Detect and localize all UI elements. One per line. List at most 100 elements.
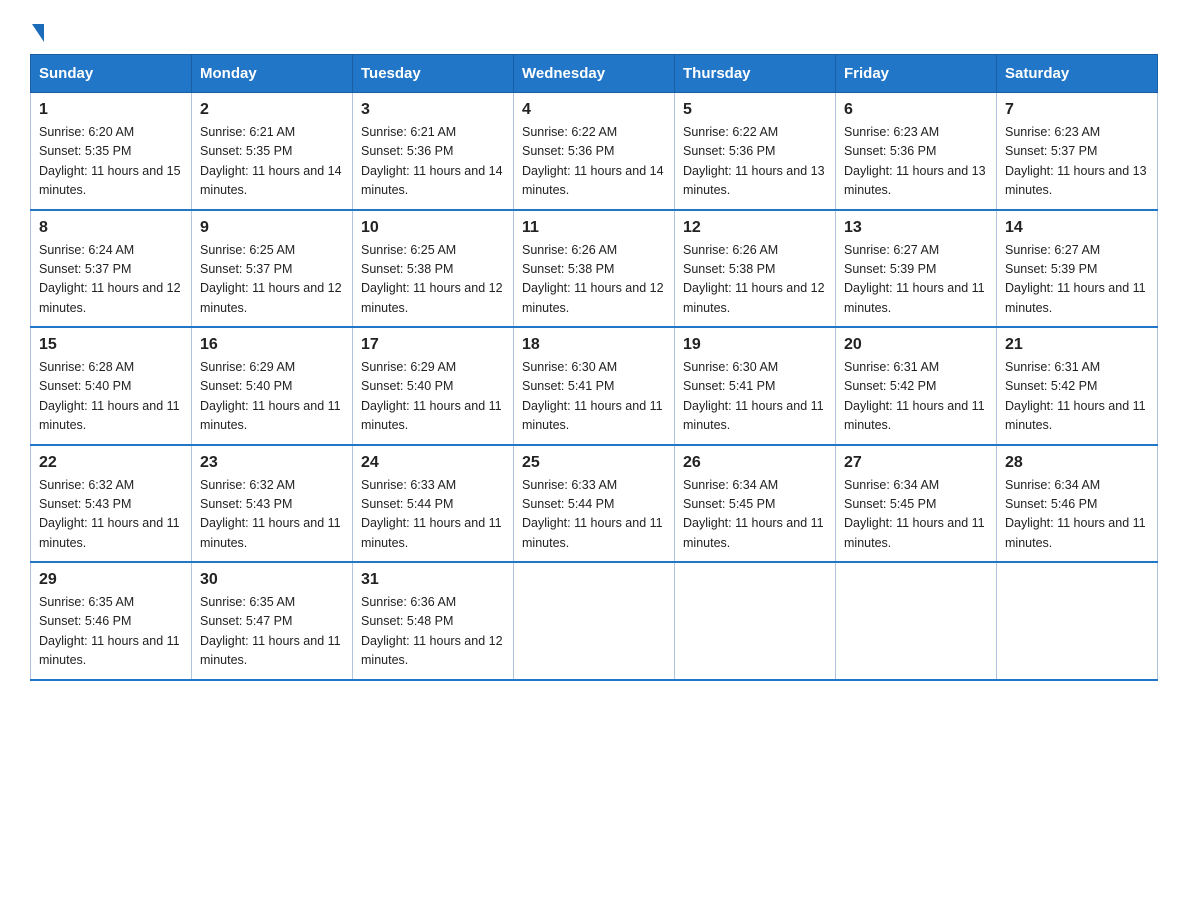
day-number: 7: [1005, 101, 1149, 119]
day-info: Sunrise: 6:32 AMSunset: 5:43 PMDaylight:…: [39, 478, 180, 550]
day-number: 19: [683, 336, 827, 354]
col-header-monday: Monday: [192, 55, 353, 93]
day-number: 27: [844, 454, 988, 472]
day-number: 4: [522, 101, 666, 119]
calendar-cell: [997, 562, 1158, 680]
day-info: Sunrise: 6:31 AMSunset: 5:42 PMDaylight:…: [844, 360, 985, 432]
day-info: Sunrise: 6:34 AMSunset: 5:46 PMDaylight:…: [1005, 478, 1146, 550]
day-info: Sunrise: 6:25 AMSunset: 5:38 PMDaylight:…: [361, 243, 503, 315]
day-info: Sunrise: 6:26 AMSunset: 5:38 PMDaylight:…: [522, 243, 664, 315]
day-info: Sunrise: 6:27 AMSunset: 5:39 PMDaylight:…: [844, 243, 985, 315]
day-info: Sunrise: 6:22 AMSunset: 5:36 PMDaylight:…: [683, 125, 825, 197]
calendar-cell: 26 Sunrise: 6:34 AMSunset: 5:45 PMDaylig…: [675, 445, 836, 563]
day-number: 12: [683, 219, 827, 237]
day-info: Sunrise: 6:29 AMSunset: 5:40 PMDaylight:…: [361, 360, 502, 432]
logo-arrow-icon: [32, 24, 44, 42]
day-number: 13: [844, 219, 988, 237]
day-number: 6: [844, 101, 988, 119]
day-number: 30: [200, 571, 344, 589]
calendar-week-5: 29 Sunrise: 6:35 AMSunset: 5:46 PMDaylig…: [31, 562, 1158, 680]
calendar-cell: 6 Sunrise: 6:23 AMSunset: 5:36 PMDayligh…: [836, 93, 997, 210]
day-info: Sunrise: 6:30 AMSunset: 5:41 PMDaylight:…: [683, 360, 824, 432]
day-number: 31: [361, 571, 505, 589]
calendar-cell: 15 Sunrise: 6:28 AMSunset: 5:40 PMDaylig…: [31, 327, 192, 445]
col-header-friday: Friday: [836, 55, 997, 93]
day-number: 20: [844, 336, 988, 354]
page-header: [30, 20, 1158, 38]
calendar-cell: 5 Sunrise: 6:22 AMSunset: 5:36 PMDayligh…: [675, 93, 836, 210]
day-number: 14: [1005, 219, 1149, 237]
day-info: Sunrise: 6:20 AMSunset: 5:35 PMDaylight:…: [39, 125, 181, 197]
calendar-cell: 31 Sunrise: 6:36 AMSunset: 5:48 PMDaylig…: [353, 562, 514, 680]
calendar-cell: 30 Sunrise: 6:35 AMSunset: 5:47 PMDaylig…: [192, 562, 353, 680]
day-info: Sunrise: 6:33 AMSunset: 5:44 PMDaylight:…: [361, 478, 502, 550]
col-header-wednesday: Wednesday: [514, 55, 675, 93]
day-number: 11: [522, 219, 666, 237]
calendar-cell: 29 Sunrise: 6:35 AMSunset: 5:46 PMDaylig…: [31, 562, 192, 680]
calendar-cell: 9 Sunrise: 6:25 AMSunset: 5:37 PMDayligh…: [192, 210, 353, 328]
day-info: Sunrise: 6:29 AMSunset: 5:40 PMDaylight:…: [200, 360, 341, 432]
day-info: Sunrise: 6:22 AMSunset: 5:36 PMDaylight:…: [522, 125, 664, 197]
logo: [30, 20, 44, 38]
day-number: 1: [39, 101, 183, 119]
calendar-cell: 14 Sunrise: 6:27 AMSunset: 5:39 PMDaylig…: [997, 210, 1158, 328]
col-header-sunday: Sunday: [31, 55, 192, 93]
day-number: 2: [200, 101, 344, 119]
calendar-cell: 10 Sunrise: 6:25 AMSunset: 5:38 PMDaylig…: [353, 210, 514, 328]
calendar-cell: 20 Sunrise: 6:31 AMSunset: 5:42 PMDaylig…: [836, 327, 997, 445]
day-number: 22: [39, 454, 183, 472]
calendar-cell: 27 Sunrise: 6:34 AMSunset: 5:45 PMDaylig…: [836, 445, 997, 563]
day-info: Sunrise: 6:31 AMSunset: 5:42 PMDaylight:…: [1005, 360, 1146, 432]
day-number: 3: [361, 101, 505, 119]
calendar-week-3: 15 Sunrise: 6:28 AMSunset: 5:40 PMDaylig…: [31, 327, 1158, 445]
day-info: Sunrise: 6:24 AMSunset: 5:37 PMDaylight:…: [39, 243, 181, 315]
calendar-cell: 18 Sunrise: 6:30 AMSunset: 5:41 PMDaylig…: [514, 327, 675, 445]
day-number: 10: [361, 219, 505, 237]
calendar-cell: [836, 562, 997, 680]
day-info: Sunrise: 6:21 AMSunset: 5:35 PMDaylight:…: [200, 125, 342, 197]
calendar-week-2: 8 Sunrise: 6:24 AMSunset: 5:37 PMDayligh…: [31, 210, 1158, 328]
calendar-cell: 4 Sunrise: 6:22 AMSunset: 5:36 PMDayligh…: [514, 93, 675, 210]
calendar-cell: 24 Sunrise: 6:33 AMSunset: 5:44 PMDaylig…: [353, 445, 514, 563]
calendar-cell: 1 Sunrise: 6:20 AMSunset: 5:35 PMDayligh…: [31, 93, 192, 210]
day-number: 15: [39, 336, 183, 354]
calendar-week-1: 1 Sunrise: 6:20 AMSunset: 5:35 PMDayligh…: [31, 93, 1158, 210]
calendar-table: SundayMondayTuesdayWednesdayThursdayFrid…: [30, 54, 1158, 681]
col-header-saturday: Saturday: [997, 55, 1158, 93]
day-number: 21: [1005, 336, 1149, 354]
day-number: 29: [39, 571, 183, 589]
calendar-cell: 7 Sunrise: 6:23 AMSunset: 5:37 PMDayligh…: [997, 93, 1158, 210]
day-number: 16: [200, 336, 344, 354]
day-number: 25: [522, 454, 666, 472]
day-info: Sunrise: 6:35 AMSunset: 5:46 PMDaylight:…: [39, 595, 180, 667]
calendar-cell: 21 Sunrise: 6:31 AMSunset: 5:42 PMDaylig…: [997, 327, 1158, 445]
day-info: Sunrise: 6:34 AMSunset: 5:45 PMDaylight:…: [683, 478, 824, 550]
calendar-cell: [514, 562, 675, 680]
calendar-week-4: 22 Sunrise: 6:32 AMSunset: 5:43 PMDaylig…: [31, 445, 1158, 563]
day-info: Sunrise: 6:28 AMSunset: 5:40 PMDaylight:…: [39, 360, 180, 432]
day-info: Sunrise: 6:21 AMSunset: 5:36 PMDaylight:…: [361, 125, 503, 197]
calendar-cell: 19 Sunrise: 6:30 AMSunset: 5:41 PMDaylig…: [675, 327, 836, 445]
day-number: 17: [361, 336, 505, 354]
calendar-cell: 25 Sunrise: 6:33 AMSunset: 5:44 PMDaylig…: [514, 445, 675, 563]
day-number: 26: [683, 454, 827, 472]
day-info: Sunrise: 6:27 AMSunset: 5:39 PMDaylight:…: [1005, 243, 1146, 315]
day-info: Sunrise: 6:23 AMSunset: 5:37 PMDaylight:…: [1005, 125, 1147, 197]
col-header-thursday: Thursday: [675, 55, 836, 93]
day-info: Sunrise: 6:36 AMSunset: 5:48 PMDaylight:…: [361, 595, 503, 667]
day-info: Sunrise: 6:30 AMSunset: 5:41 PMDaylight:…: [522, 360, 663, 432]
calendar-cell: 23 Sunrise: 6:32 AMSunset: 5:43 PMDaylig…: [192, 445, 353, 563]
day-number: 18: [522, 336, 666, 354]
day-info: Sunrise: 6:32 AMSunset: 5:43 PMDaylight:…: [200, 478, 341, 550]
calendar-cell: 2 Sunrise: 6:21 AMSunset: 5:35 PMDayligh…: [192, 93, 353, 210]
calendar-cell: 3 Sunrise: 6:21 AMSunset: 5:36 PMDayligh…: [353, 93, 514, 210]
day-info: Sunrise: 6:35 AMSunset: 5:47 PMDaylight:…: [200, 595, 341, 667]
day-info: Sunrise: 6:26 AMSunset: 5:38 PMDaylight:…: [683, 243, 825, 315]
calendar-cell: 12 Sunrise: 6:26 AMSunset: 5:38 PMDaylig…: [675, 210, 836, 328]
day-number: 24: [361, 454, 505, 472]
day-number: 9: [200, 219, 344, 237]
day-info: Sunrise: 6:33 AMSunset: 5:44 PMDaylight:…: [522, 478, 663, 550]
day-info: Sunrise: 6:25 AMSunset: 5:37 PMDaylight:…: [200, 243, 342, 315]
calendar-body: 1 Sunrise: 6:20 AMSunset: 5:35 PMDayligh…: [31, 93, 1158, 680]
day-info: Sunrise: 6:34 AMSunset: 5:45 PMDaylight:…: [844, 478, 985, 550]
